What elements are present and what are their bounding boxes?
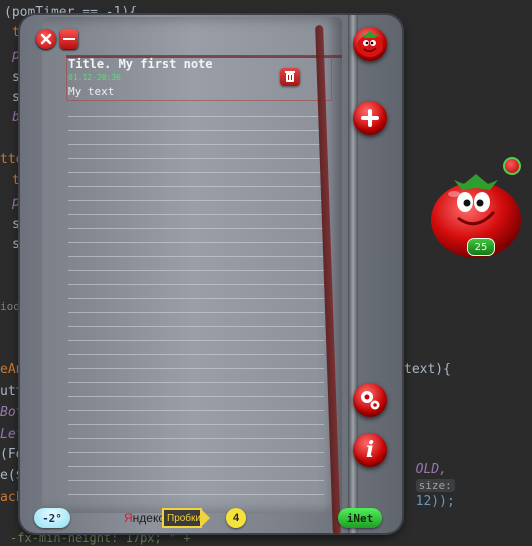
code-line: iod <box>0 300 20 313</box>
traffic-score: 4 <box>226 508 246 528</box>
info-button[interactable]: i <box>353 433 387 467</box>
code-line: s <box>12 237 20 252</box>
close-icon <box>40 33 52 45</box>
code-line: s <box>12 70 20 85</box>
pomodoro-minutes-badge: 25 <box>467 238 495 256</box>
yandex-logo: Яндекс <box>124 511 164 525</box>
notebook-window: Title. My first note 01.12-20:36 My text <box>20 15 402 535</box>
settings-button[interactable] <box>353 383 387 417</box>
minimize-button[interactable] <box>60 29 78 49</box>
plus-icon <box>361 109 379 127</box>
note-text[interactable]: My text <box>68 85 114 98</box>
gears-icon <box>361 391 380 410</box>
code-line: t <box>12 25 20 40</box>
code-line: b <box>12 110 20 125</box>
code-line: OLD, size: 12)); <box>400 446 455 510</box>
pomodoro-close-button[interactable] <box>503 157 521 175</box>
note-page[interactable]: Title. My first note 01.12-20:36 My text <box>42 17 342 513</box>
code-line: p <box>12 48 20 63</box>
tomato-icon <box>357 31 383 57</box>
code-line: t <box>12 173 20 188</box>
trash-icon <box>285 71 295 82</box>
code-token: size: <box>415 479 455 492</box>
code-token: 12)); <box>415 494 455 509</box>
inet-button[interactable]: iNet <box>338 508 382 528</box>
code-line: text){ <box>404 362 451 377</box>
ruled-lines <box>68 103 324 503</box>
info-icon: i <box>365 437 375 463</box>
weather-temperature[interactable]: -2° <box>34 508 70 528</box>
tomato-timer-button[interactable] <box>353 27 387 61</box>
note-date: 01.12-20:36 <box>68 73 121 82</box>
code-line: p <box>12 195 20 210</box>
close-button[interactable] <box>36 29 56 49</box>
add-note-button[interactable] <box>353 101 387 135</box>
code-line: s <box>12 217 20 232</box>
yandex-logo-first: Я <box>124 511 133 525</box>
traffic-label[interactable]: Пробки <box>162 508 210 528</box>
code-token: OLD, <box>415 462 447 477</box>
code-line: s <box>12 90 20 105</box>
yandex-logo-rest: ндекс <box>132 511 165 525</box>
delete-note-button[interactable] <box>280 68 300 86</box>
note-title[interactable]: Title. My first note <box>68 57 213 71</box>
